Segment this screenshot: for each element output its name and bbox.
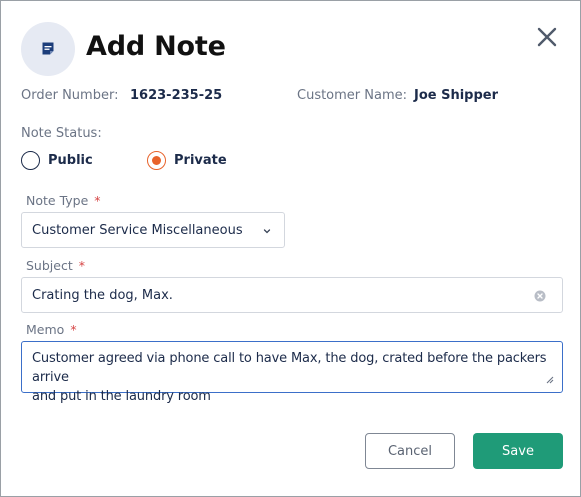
close-button[interactable] <box>533 23 561 51</box>
add-note-dialog: Add Note Order Number: 1623-235-25 Custo… <box>0 0 581 497</box>
clear-icon[interactable] <box>534 290 546 302</box>
required-asterisk: * <box>94 193 101 208</box>
radio-private-circle[interactable] <box>147 150 166 170</box>
order-number-label: Order Number: <box>21 88 119 103</box>
radio-private-label: Private <box>174 152 227 168</box>
memo-line-2: and put in the laundry room <box>32 389 211 404</box>
chevron-down-icon <box>263 229 271 234</box>
note-type-select[interactable]: Customer Service Miscellaneous <box>21 212 285 248</box>
close-icon <box>537 27 557 47</box>
radio-public-circle[interactable] <box>21 150 40 170</box>
subject-field[interactable] <box>21 277 563 313</box>
memo-label: Memo * <box>26 322 77 337</box>
radio-public-label: Public <box>48 152 93 168</box>
memo-line-1: Customer agreed via phone call to have M… <box>32 351 547 385</box>
dialog-title: Add Note <box>86 31 226 62</box>
resize-handle-icon[interactable] <box>545 375 554 384</box>
cancel-button[interactable]: Cancel <box>365 433 455 469</box>
note-type-label-text: Note Type <box>26 193 89 208</box>
memo-textarea[interactable]: Customer agreed via phone call to have M… <box>21 341 563 404</box>
radio-private[interactable]: Private <box>147 149 227 171</box>
note-icon <box>21 22 75 76</box>
customer-name-label: Customer Name: <box>297 88 408 103</box>
subject-label: Subject * <box>26 258 85 273</box>
note-type-selected-value: Customer Service Miscellaneous <box>32 222 243 238</box>
note-type-label: Note Type * <box>26 193 101 208</box>
memo-label-text: Memo <box>26 322 65 337</box>
save-button[interactable]: Save <box>473 433 563 469</box>
required-asterisk: * <box>70 322 77 337</box>
subject-label-text: Subject <box>26 258 73 273</box>
radio-selected-dot <box>152 155 161 165</box>
note-status-label: Note Status: <box>21 126 102 141</box>
order-number-value: 1623-235-25 <box>130 88 223 103</box>
radio-public[interactable]: Public <box>21 149 93 171</box>
subject-input[interactable] <box>32 287 512 303</box>
customer-name-value: Joe Shipper <box>414 88 499 103</box>
required-asterisk: * <box>78 258 85 273</box>
